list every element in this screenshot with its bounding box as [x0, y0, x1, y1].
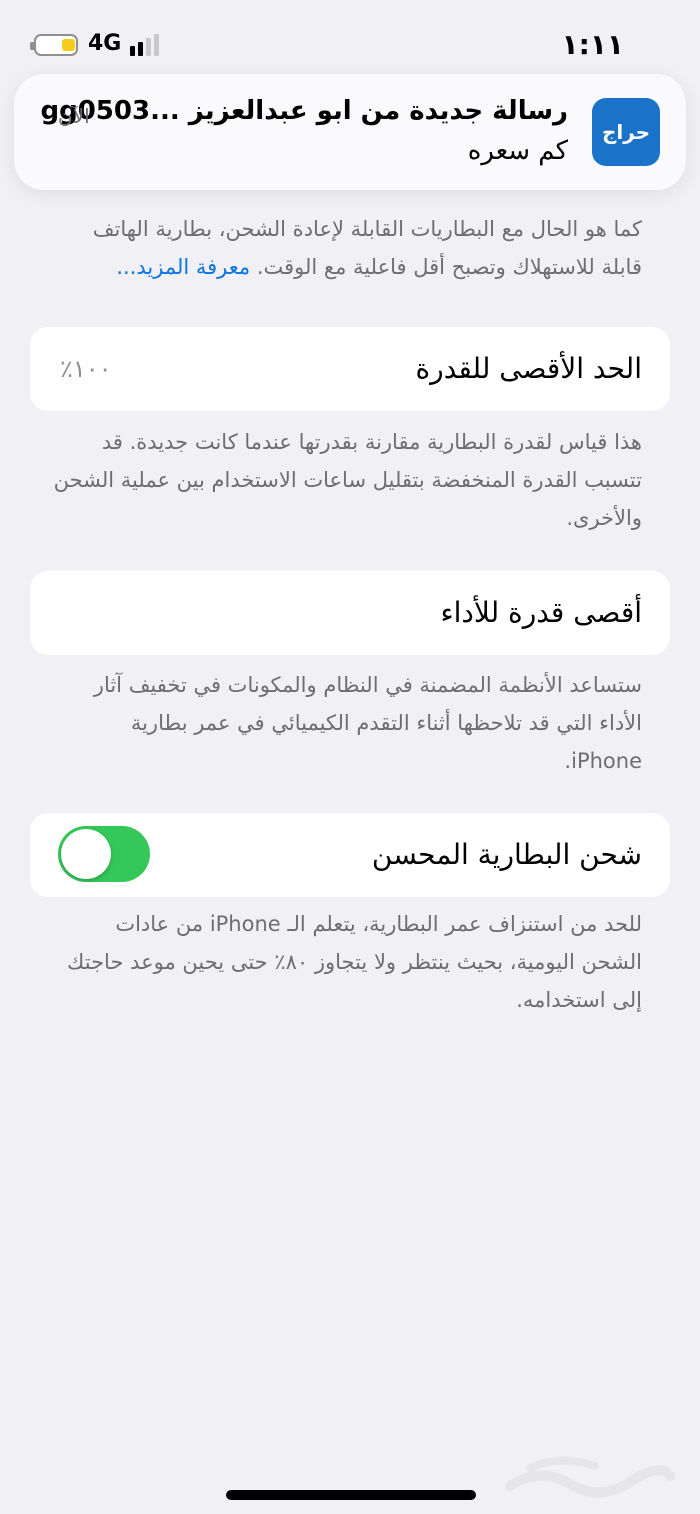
signal-strength-icon: [130, 34, 164, 56]
peak-performance-label: أقصى قدرة للأداء: [440, 596, 642, 629]
notification-time: الآن: [58, 104, 90, 128]
home-indicator[interactable]: [226, 1490, 476, 1500]
toggle-knob: [61, 829, 111, 879]
optimized-charging-toggle[interactable]: [58, 826, 150, 882]
notification-body: كم سعره: [467, 136, 568, 166]
signal-bar: [154, 34, 159, 56]
network-type: 4G: [88, 31, 122, 56]
max-capacity-description: هذا قياس لقدرة البطارية مقارنة بقدرتها ع…: [53, 430, 642, 530]
optimized-charging-row: شحن البطارية المحسن: [30, 813, 670, 897]
signal-bar: [130, 46, 135, 56]
battery-fill: [62, 39, 75, 51]
max-capacity-value: ٪١٠٠: [60, 355, 112, 383]
peak-performance-description: ستساعد الأنظمة المضمنة في النظام والمكون…: [93, 673, 642, 773]
max-capacity-label: الحد الأقصى للقدرة: [415, 352, 643, 385]
learn-more-link[interactable]: معرفة المزيد...: [116, 255, 250, 279]
optimized-charging-label: شحن البطارية المحسن: [371, 838, 642, 871]
haraj-watermark-logo: [505, 1456, 675, 1498]
peak-performance-row[interactable]: أقصى قدرة للأداء: [30, 571, 670, 655]
notification-title: رسالة جديدة من ابو عبدالعزيز ...gg0503: [40, 96, 568, 126]
haraj-app-icon: حراج: [592, 98, 660, 166]
status-bar: 4G ١:١١: [0, 0, 700, 80]
battery-cap: [30, 42, 34, 50]
intro-text: كما هو الحال مع البطاريات القابلة لإعادة…: [52, 210, 642, 286]
signal-bar: [138, 42, 143, 56]
battery-icon: [30, 34, 78, 56]
signal-bar: [146, 38, 151, 56]
app-icon-label: حراج: [601, 120, 651, 144]
optimized-charging-description: للحد من استنزاف عمر البطارية، يتعلم الـ …: [67, 912, 642, 1012]
status-time: ١:١١: [561, 28, 624, 61]
max-capacity-row: الحد الأقصى للقدرة ٪١٠٠: [30, 327, 670, 411]
notification-banner[interactable]: حراج رسالة جديدة من ابو عبدالعزيز ...gg0…: [14, 74, 686, 190]
